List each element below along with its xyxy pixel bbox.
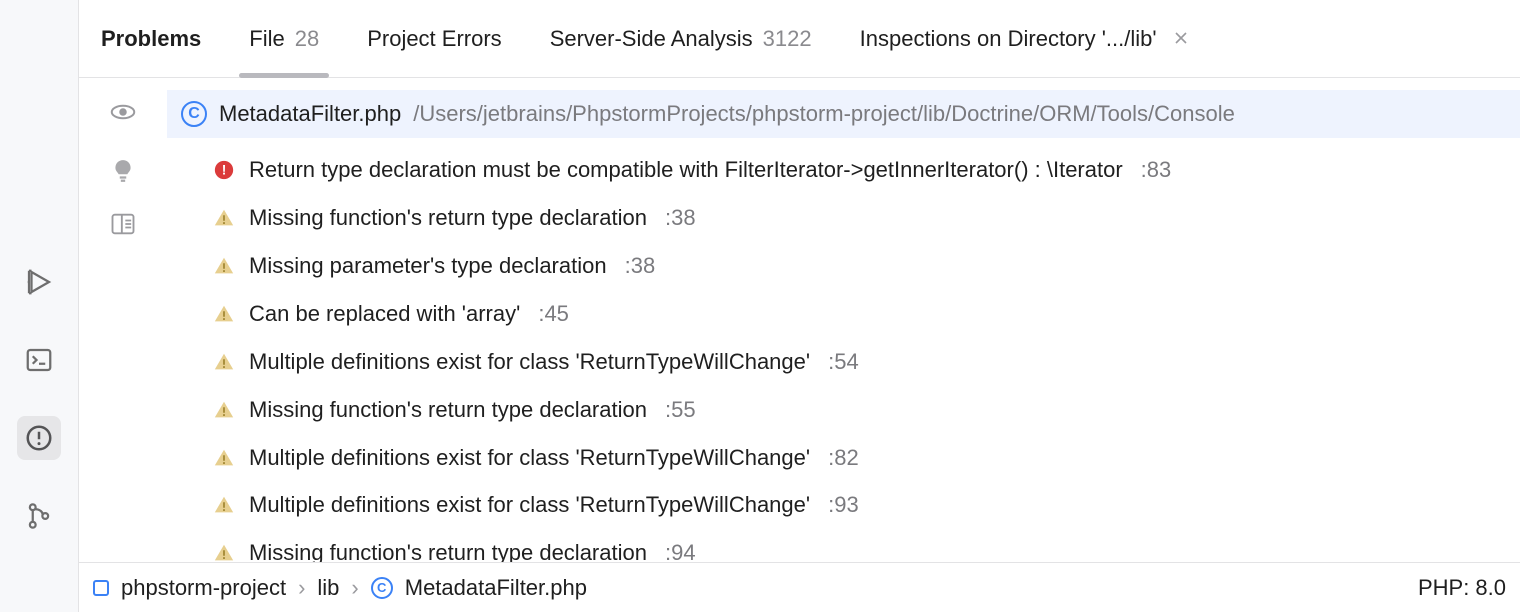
tab-file[interactable]: File 28 xyxy=(249,0,319,77)
issue-message: Multiple definitions exist for class 'Re… xyxy=(249,346,810,378)
tab-project-errors[interactable]: Project Errors xyxy=(367,0,501,77)
issue-message: Multiple definitions exist for class 'Re… xyxy=(249,442,810,474)
tab-label: Server-Side Analysis xyxy=(550,26,753,52)
issue-line: :82 xyxy=(828,442,859,474)
tab-server-side-analysis[interactable]: Server-Side Analysis 3122 xyxy=(550,0,812,77)
tab-label: Problems xyxy=(101,26,201,52)
file-name: MetadataFilter.php xyxy=(219,101,401,127)
issue-row[interactable]: ! Return type declaration must be compati… xyxy=(167,146,1520,194)
tab-count: 3122 xyxy=(763,26,812,52)
issue-row[interactable]: Missing parameter's type declaration :38 xyxy=(167,242,1520,290)
error-icon: ! xyxy=(213,159,235,181)
tab-problems[interactable]: Problems xyxy=(101,0,201,77)
issue-line: :45 xyxy=(538,298,569,330)
warning-icon xyxy=(213,399,235,421)
issue-line: :94 xyxy=(665,537,696,562)
problems-file-header[interactable]: C MetadataFilter.php /Users/jetbrains/Ph… xyxy=(167,90,1520,138)
issue-row[interactable]: Multiple definitions exist for class 'Re… xyxy=(167,338,1520,386)
tab-count: 28 xyxy=(295,26,319,52)
intention-bulb-icon[interactable] xyxy=(110,158,136,184)
issue-row[interactable]: Can be replaced with 'array' :45 xyxy=(167,290,1520,338)
issue-message: Can be replaced with 'array' xyxy=(249,298,520,330)
breadcrumb-item[interactable]: MetadataFilter.php xyxy=(405,575,587,601)
tab-label: Inspections on Directory '.../lib' xyxy=(860,26,1157,52)
issue-line: :55 xyxy=(665,394,696,426)
issue-line: :38 xyxy=(625,250,656,282)
issue-line: :38 xyxy=(665,202,696,234)
class-file-icon: C xyxy=(371,577,393,599)
close-icon[interactable] xyxy=(1173,26,1189,52)
issue-row[interactable]: Missing function's return type declarati… xyxy=(167,194,1520,242)
issue-message: Missing function's return type declarati… xyxy=(249,394,647,426)
vcs-tool-button[interactable] xyxy=(17,494,61,538)
preview-panel-icon[interactable] xyxy=(109,210,137,238)
breadcrumb-separator: › xyxy=(298,575,305,601)
terminal-tool-button[interactable] xyxy=(17,338,61,382)
issue-message: Return type declaration must be compatib… xyxy=(249,154,1123,186)
warning-icon xyxy=(213,255,235,277)
issue-message: Missing function's return type declarati… xyxy=(249,202,647,234)
tab-inspections-on-directory[interactable]: Inspections on Directory '.../lib' xyxy=(860,0,1189,77)
issue-line: :83 xyxy=(1141,154,1172,186)
warning-icon xyxy=(213,303,235,325)
warning-icon xyxy=(213,207,235,229)
warning-icon xyxy=(213,542,235,562)
issue-message: Missing function's return type declarati… xyxy=(249,537,647,562)
issue-line: :93 xyxy=(828,489,859,521)
problems-gutter xyxy=(79,78,167,562)
class-file-icon: C xyxy=(181,101,207,127)
issue-message: Missing parameter's type declaration xyxy=(249,250,607,282)
problems-pane: C MetadataFilter.php /Users/jetbrains/Ph… xyxy=(167,78,1520,562)
warning-icon xyxy=(213,447,235,469)
breadcrumb-item[interactable]: lib xyxy=(317,575,339,601)
highlight-filter-icon[interactable] xyxy=(108,102,138,132)
tab-label: File xyxy=(249,26,284,52)
issue-list: ! Return type declaration must be compati… xyxy=(167,138,1520,562)
module-icon xyxy=(93,580,109,596)
breadcrumb-item[interactable]: phpstorm-project xyxy=(121,575,286,601)
problems-tool-button[interactable] xyxy=(17,416,61,460)
issue-row[interactable]: Missing function's return type declarati… xyxy=(167,386,1520,434)
warning-icon xyxy=(213,494,235,516)
issue-row[interactable]: Missing function's return type declarati… xyxy=(167,529,1520,562)
problems-tabs-bar: Problems File 28 Project Errors Server-S… xyxy=(79,0,1520,78)
file-path: /Users/jetbrains/PhpstormProjects/phpsto… xyxy=(413,101,1235,127)
left-tool-stripe xyxy=(0,0,78,612)
issue-line: :54 xyxy=(828,346,859,378)
services-tool-button[interactable] xyxy=(17,260,61,304)
issue-message: Multiple definitions exist for class 'Re… xyxy=(249,489,810,521)
php-version-widget[interactable]: PHP: 8.0 xyxy=(1418,575,1506,601)
issue-row[interactable]: Multiple definitions exist for class 'Re… xyxy=(167,481,1520,529)
breadcrumb-separator: › xyxy=(351,575,358,601)
status-bar: phpstorm-project › lib › C MetadataFilte… xyxy=(79,562,1520,612)
svg-text:!: ! xyxy=(222,163,227,178)
warning-icon xyxy=(213,351,235,373)
issue-row[interactable]: Multiple definitions exist for class 'Re… xyxy=(167,434,1520,482)
breadcrumb[interactable]: phpstorm-project › lib › C MetadataFilte… xyxy=(93,575,587,601)
tab-label: Project Errors xyxy=(367,26,501,52)
